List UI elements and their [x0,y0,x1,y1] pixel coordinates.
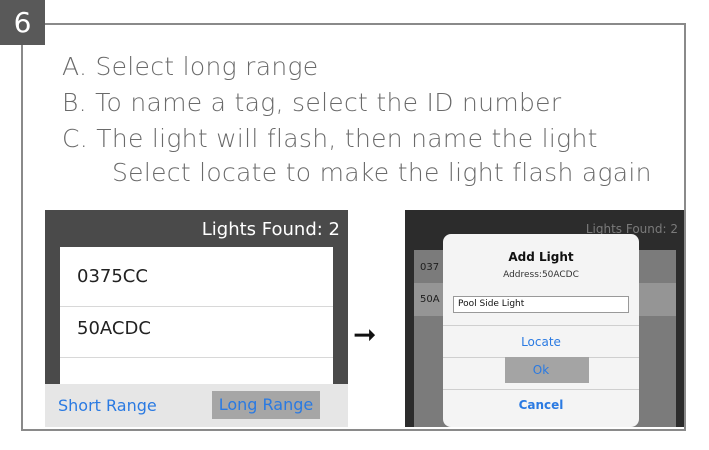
instruction-d: Select locate to make the light flash ag… [112,158,652,187]
short-range-button[interactable]: Short Range [58,396,157,415]
locate-button[interactable]: Locate [443,335,639,349]
instruction-a: A. Select long range [62,52,319,81]
light-item-dimmed: 50A [420,294,440,305]
instruction-c: C. The light will flash, then name the l… [62,124,598,153]
dialog-address: Address:50ACDC [503,270,579,280]
list-divider [60,357,333,358]
light-name-input[interactable]: Pool Side Light [453,296,629,313]
light-item-50acdc[interactable]: 50ACDC [77,318,151,339]
list-divider [60,306,333,307]
ok-button[interactable]: Ok [443,363,639,377]
light-item-0375cc[interactable]: 0375CC [77,266,148,287]
lights-list: 0375CC 50ACDC [60,247,333,384]
lights-found-header: Lights Found: 2 [201,219,340,240]
arrow-right-icon: ➞ [353,318,377,351]
dialog-title: Add Light [508,250,574,264]
dialog-divider [443,325,639,326]
instruction-b: B. To name a tag, select the ID number [62,88,562,117]
add-light-screen: Lights Found: 2 037 50A Add Light Addres… [405,210,684,427]
lights-found-screen: Lights Found: 2 0375CC 50ACDC Short Rang… [45,210,348,427]
cancel-button[interactable]: Cancel [443,398,639,412]
long-range-button[interactable]: Long Range [212,391,320,419]
step-number-badge: 6 [0,0,45,45]
light-item-dimmed: 037 [420,262,440,273]
add-light-dialog: Add Light Address:50ACDC Pool Side Light… [443,234,639,427]
dialog-divider [443,389,639,390]
range-toolbar: Short Range Long Range [45,384,348,427]
